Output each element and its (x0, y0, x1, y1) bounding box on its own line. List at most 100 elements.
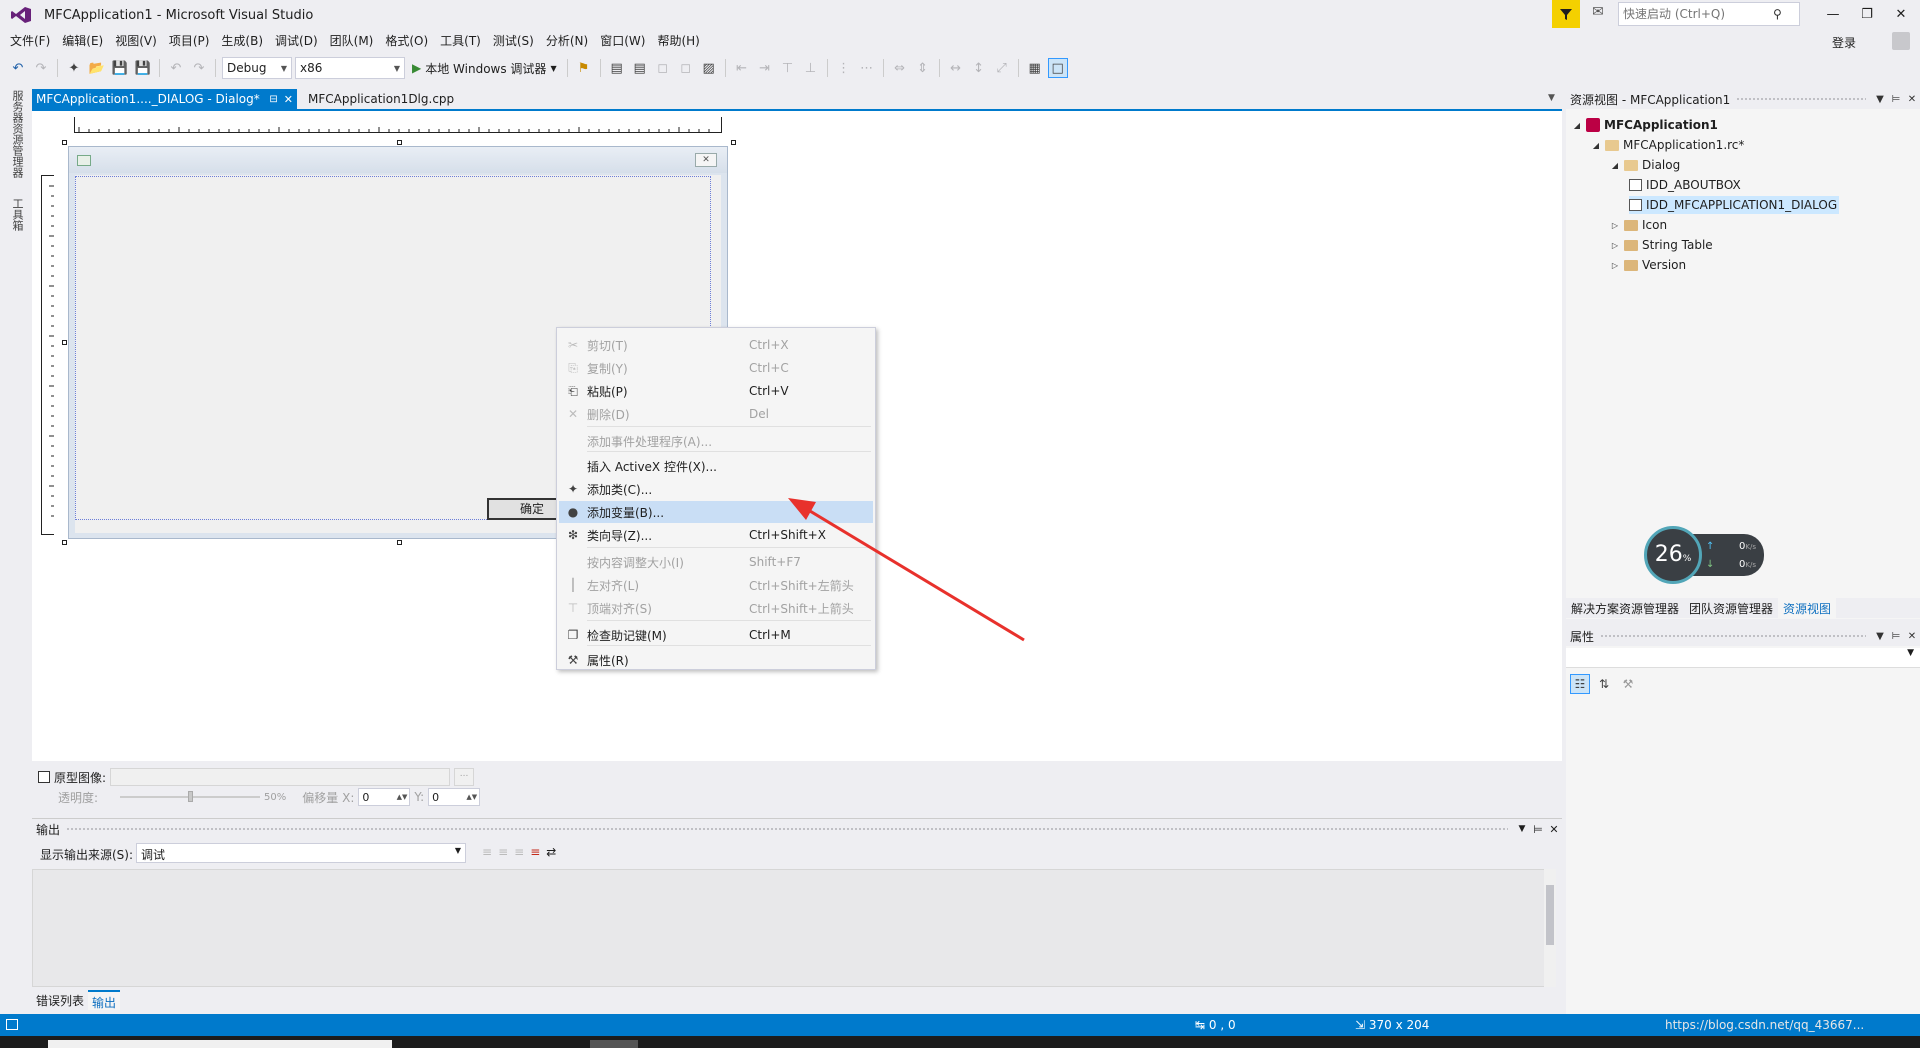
tree-item[interactable]: IDD_ABOUTBOX (1629, 176, 1741, 194)
tree-item[interactable]: ◢ MFCApplication1 (1572, 116, 1718, 134)
resize-handle[interactable] (731, 140, 736, 145)
auto-hide-pin-icon[interactable]: ⊨ (1530, 823, 1546, 836)
center-vertical-icon[interactable]: ⋮ (834, 58, 854, 78)
align-right-icon[interactable]: ⇥ (755, 58, 775, 78)
quick-launch-input[interactable] (1623, 7, 1773, 21)
navigate-back-icon[interactable]: ↶ (8, 58, 28, 78)
document-list-dropdown-icon[interactable]: ▼ (1548, 93, 1555, 103)
breakpoint-icon[interactable]: ⚑ (574, 58, 594, 78)
panel-grip[interactable] (1736, 97, 1866, 101)
close-button[interactable]: ✕ (1886, 4, 1916, 26)
resize-handle[interactable] (62, 140, 67, 145)
context-menu-item[interactable]: ⎘ 复制(Y) Ctrl+C (559, 357, 873, 379)
menu-project[interactable]: 项目(P) (163, 30, 216, 52)
platform-select[interactable]: x86 ▼ (295, 57, 405, 79)
panel-menu-icon[interactable]: ▼ (1514, 824, 1530, 834)
menu-format[interactable]: 格式(O) (379, 30, 434, 52)
context-menu-item[interactable]: 添加事件处理程序(A)... (559, 430, 873, 452)
panel-grip[interactable] (1600, 634, 1866, 638)
offset-x-spinner[interactable]: 0 ▲▼ (358, 788, 411, 806)
prototype-checkbox[interactable] (38, 771, 50, 783)
align-top-icon[interactable]: ⊤ (778, 58, 798, 78)
menu-analyze[interactable]: 分析(N) (540, 30, 594, 52)
tree-item[interactable]: ▷ Version (1610, 256, 1686, 274)
next-message-icon[interactable]: ≡ (514, 845, 524, 859)
navigate-forward-icon[interactable]: ↷ (31, 58, 51, 78)
tree-item[interactable]: IDD_MFCAPPLICATION1_DIALOG (1629, 196, 1840, 214)
tree-item[interactable]: ◢ MFCApplication1.rc* (1591, 136, 1744, 154)
new-project-icon[interactable]: ✦ (64, 58, 84, 78)
menu-window[interactable]: 窗口(W) (594, 30, 651, 52)
context-menu-item[interactable]: ⚒ 属性(R) (559, 649, 873, 671)
user-avatar-icon[interactable] (1892, 32, 1910, 50)
collapsed-arrow-icon[interactable]: ▷ (1610, 221, 1620, 230)
expanded-arrow-icon[interactable]: ◢ (1572, 121, 1582, 130)
save-icon[interactable]: 💾 (110, 58, 130, 78)
pin-icon[interactable]: ⊟ (269, 94, 277, 105)
resize-handle[interactable] (62, 340, 67, 345)
output-source-select[interactable]: 调试 ▼ (136, 843, 466, 863)
collapsed-arrow-icon[interactable]: ▷ (1610, 241, 1620, 250)
solution-config-select[interactable]: Debug ▼ (222, 57, 292, 79)
menu-edit[interactable]: 编辑(E) (56, 30, 109, 52)
clear-all-icon[interactable]: ≡ (530, 845, 540, 859)
resize-handle[interactable] (397, 540, 402, 545)
notification-filter-icon[interactable] (1552, 0, 1580, 28)
menu-debug[interactable]: 调试(D) (269, 30, 324, 52)
tab-order-icon[interactable]: ▤ (630, 58, 650, 78)
context-menu-item[interactable]: ✂ 剪切(T) Ctrl+X (559, 334, 873, 356)
word-wrap-icon[interactable]: ⇄ (546, 845, 556, 859)
make-same-size-icon[interactable]: ◻ (676, 58, 696, 78)
close-tab-icon[interactable]: ✕ (284, 93, 293, 106)
opacity-slider[interactable] (120, 791, 261, 802)
menu-team[interactable]: 团队(M) (324, 30, 380, 52)
expanded-arrow-icon[interactable]: ◢ (1591, 141, 1601, 150)
sign-in-link[interactable]: 登录 (1832, 34, 1856, 51)
restore-button[interactable]: ❐ (1852, 4, 1882, 26)
tree-item[interactable]: ▷ String Table (1610, 236, 1713, 254)
offset-y-spinner[interactable]: 0 ▲▼ (428, 788, 481, 806)
tab-dlg-cpp[interactable]: MFCApplication1Dlg.cpp (304, 89, 458, 109)
collapsed-arrow-icon[interactable]: ▷ (1610, 261, 1620, 270)
guides-icon[interactable]: ▨ (699, 58, 719, 78)
panel-grip[interactable] (66, 827, 1508, 831)
context-menu-item[interactable]: ⎗ 粘贴(P) Ctrl+V (559, 380, 873, 402)
same-size-icon[interactable]: ⤢ (992, 58, 1012, 78)
taskbar-search-box[interactable] (48, 1040, 392, 1048)
resize-handle[interactable] (397, 140, 402, 145)
context-menu-item[interactable]: 插入 ActiveX 控件(X)... (559, 455, 873, 477)
alphabetical-icon[interactable]: ⇅ (1594, 674, 1614, 694)
prev-message-icon[interactable]: ≡ (498, 845, 508, 859)
expanded-arrow-icon[interactable]: ◢ (1610, 161, 1620, 170)
auto-hide-pin-icon[interactable]: ⊨ (1888, 94, 1904, 105)
categorized-icon[interactable]: ☷ (1570, 674, 1590, 694)
tab-error-list[interactable]: 错误列表 (32, 990, 88, 1010)
close-panel-icon[interactable]: ✕ (1904, 631, 1920, 642)
resize-handle[interactable] (62, 540, 67, 545)
auto-hide-pin-icon[interactable]: ⊨ (1888, 631, 1904, 642)
opacity-slider-thumb[interactable] (188, 791, 194, 802)
tree-item[interactable]: ◢ Dialog (1610, 156, 1680, 174)
menu-tools[interactable]: 工具(T) (434, 30, 487, 52)
output-scrollbar-thumb[interactable] (1546, 885, 1554, 945)
toggle-grid-icon[interactable]: ▦ (1025, 58, 1045, 78)
tab-resource-view[interactable]: 资源视图 (1778, 598, 1837, 618)
chevron-down-icon[interactable]: ▼ (550, 64, 556, 73)
menu-help[interactable]: 帮助(H) (651, 30, 705, 52)
minimize-button[interactable]: — (1818, 4, 1848, 26)
panel-menu-icon[interactable]: ▼ (1872, 631, 1888, 642)
browse-button[interactable]: ... (454, 768, 475, 786)
cpu-usage-circle[interactable]: 26% (1644, 526, 1702, 584)
find-message-icon[interactable]: ≡ (482, 845, 492, 859)
same-width-icon[interactable]: ↔ (946, 58, 966, 78)
open-file-icon[interactable]: 📂 (87, 58, 107, 78)
spinner-arrows-icon[interactable]: ▲▼ (466, 793, 479, 801)
tab-dialog-editor[interactable]: MFCApplication1...._DIALOG - Dialog* ⊟ ✕ (32, 89, 297, 109)
quick-launch-box[interactable]: ⚲ (1618, 2, 1800, 26)
tab-output[interactable]: 输出 (88, 990, 121, 1010)
redo-icon[interactable]: ↷ (189, 58, 209, 78)
tab-solution-explorer[interactable]: 解决方案资源管理器 (1566, 598, 1684, 618)
test-dialog-icon[interactable]: ▤ (607, 58, 627, 78)
center-horizontal-icon[interactable]: ⋯ (857, 58, 877, 78)
server-explorer-tab[interactable]: 服务器资源管理器 (9, 90, 25, 178)
